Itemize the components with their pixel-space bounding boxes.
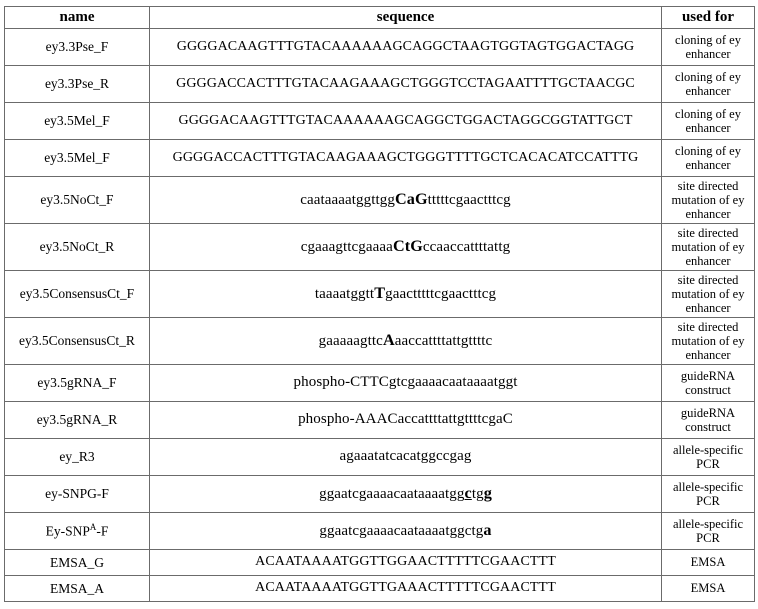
primer-name-cell: ey3.5ConsensusCt_R — [4, 316, 150, 365]
used-for-cell: site directed mutation of ey enhancer — [661, 269, 755, 318]
column-header-sequence: sequence — [149, 6, 662, 29]
table-row: ey3.5ConsensusCt_R gaaaaagttcAaaccattttat… — [4, 316, 755, 365]
primer-table-container: name sequence used for ey3.3Pse_F GGGGACA… — [0, 0, 758, 602]
primer-sequence-cell: agaaatatcacatggccgag — [149, 437, 662, 476]
used-for-cell: site directed mutation of ey enhancer — [661, 222, 755, 271]
table-body: ey3.3Pse_F GGGGACAAGTTTGTACAAAAAAGCAGGCTA… — [4, 27, 755, 602]
primer-sequence-cell: taaaatggttTgaactttttcgaactttcg — [149, 269, 662, 318]
primer-name-cell: EMSA_G — [4, 548, 150, 576]
primer-sequence-cell: ACAATAAAATGGTTGGAACTTTTTCGAACTTT — [149, 548, 662, 576]
table-row: ey-SNPG-F ggaatcgaaaacaataaaatggctgg allel… — [4, 474, 755, 513]
used-for-cell: cloning of ey enhancer — [661, 64, 755, 103]
primer-sequence-cell: caataaaatggttggCaGtttttcgaactttcg — [149, 175, 662, 224]
primer-name-cell: ey3.3Pse_R — [4, 64, 150, 103]
table-row: EMSA_G ACAATAAAATGGTTGGAACTTTTTCGAACTTT EM… — [4, 548, 755, 576]
table-header-row: name sequence used for — [4, 6, 755, 29]
primer-sequence-cell: gaaaaagttcAaaccattttattgttttc — [149, 316, 662, 365]
primer-name-cell: ey_R3 — [4, 437, 150, 476]
used-for-cell: allele-specific PCR — [661, 437, 755, 476]
table-row: EMSA_A ACAATAAAATGGTTGAAACTTTTTCGAACTTT EM… — [4, 574, 755, 602]
primer-name-cell: Ey-SNPA-F — [4, 511, 150, 550]
primer-name-cell: ey3.5gRNA_R — [4, 400, 150, 439]
primer-name-cell: ey3.5NoCt_R — [4, 222, 150, 271]
primer-sequence-cell: ggaatcgaaaacaataaaatggctga — [149, 511, 662, 550]
used-for-cell: allele-specific PCR — [661, 474, 755, 513]
primer-table: name sequence used for ey3.3Pse_F GGGGACA… — [4, 6, 755, 602]
primer-sequence-cell: phospho-AAACaccattttattgttttcgaC — [149, 400, 662, 439]
table-header: name sequence used for — [4, 6, 755, 29]
table-row: ey3.5NoCt_R cgaaagttcgaaaaCtGccaaccatttta… — [4, 222, 755, 271]
primer-name-cell: ey3.5ConsensusCt_F — [4, 269, 150, 318]
primer-name-cell: ey3.5Mel_F — [4, 138, 150, 177]
used-for-cell: cloning of ey enhancer — [661, 138, 755, 177]
table-row: ey3.5ConsensusCt_F taaaatggttTgaactttttcg… — [4, 269, 755, 318]
primer-sequence-cell: GGGGACCACTTTGTACAAGAAAGCTGGGTTTTGCTCACAC… — [149, 138, 662, 177]
column-header-used-for: used for — [661, 6, 755, 29]
primer-name-cell: EMSA_A — [4, 574, 150, 602]
used-for-cell: site directed mutation of ey enhancer — [661, 316, 755, 365]
table-row: ey3.3Pse_R GGGGACCACTTTGTACAAGAAAGCTGGGTC… — [4, 64, 755, 103]
column-header-name: name — [4, 6, 150, 29]
table-row: ey3.3Pse_F GGGGACAAGTTTGTACAAAAAAGCAGGCTA… — [4, 27, 755, 66]
used-for-cell: guideRNA construct — [661, 400, 755, 439]
used-for-cell: EMSA — [661, 548, 755, 576]
primer-name-cell: ey3.5NoCt_F — [4, 175, 150, 224]
used-for-cell: guideRNA construct — [661, 363, 755, 402]
primer-sequence-cell: ACAATAAAATGGTTGAAACTTTTTCGAACTTT — [149, 574, 662, 602]
table-row: ey3.5gRNA_R phospho-AAACaccattttattgttttc… — [4, 400, 755, 439]
table-row: ey3.5Mel_F GGGGACCACTTTGTACAAGAAAGCTGGGTT… — [4, 138, 755, 177]
used-for-cell: cloning of ey enhancer — [661, 101, 755, 140]
primer-sequence-cell: GGGGACAAGTTTGTACAAAAAAGCAGGCTGGACTAGGCGG… — [149, 101, 662, 140]
primer-name-cell: ey-SNPG-F — [4, 474, 150, 513]
primer-name-cell: ey3.5gRNA_F — [4, 363, 150, 402]
primer-name-cell: ey3.3Pse_F — [4, 27, 150, 66]
primer-sequence-cell: GGGGACAAGTTTGTACAAAAAAGCAGGCTAAGTGGTAGTG… — [149, 27, 662, 66]
table-row: ey3.5Mel_F GGGGACAAGTTTGTACAAAAAAGCAGGCTG… — [4, 101, 755, 140]
used-for-cell: EMSA — [661, 574, 755, 602]
used-for-cell: site directed mutation of ey enhancer — [661, 175, 755, 224]
table-row: ey3.5NoCt_F caataaaatggttggCaGtttttcgaact… — [4, 175, 755, 224]
table-row: ey_R3 agaaatatcacatggccgag allele-specific… — [4, 437, 755, 476]
table-row: Ey-SNPA-F ggaatcgaaaacaataaaatggctga allel… — [4, 511, 755, 550]
primer-sequence-cell: ggaatcgaaaacaataaaatggctgg — [149, 474, 662, 513]
table-row: ey3.5gRNA_F phospho-CTTCgtcgaaaacaataaaat… — [4, 363, 755, 402]
primer-sequence-cell: cgaaagttcgaaaaCtGccaaccattttattg — [149, 222, 662, 271]
used-for-cell: cloning of ey enhancer — [661, 27, 755, 66]
primer-sequence-cell: phospho-CTTCgtcgaaaacaataaaatggt — [149, 363, 662, 402]
primer-name-cell: ey3.5Mel_F — [4, 101, 150, 140]
used-for-cell: allele-specific PCR — [661, 511, 755, 550]
primer-sequence-cell: GGGGACCACTTTGTACAAGAAAGCTGGGTCCTAGAATTTT… — [149, 64, 662, 103]
